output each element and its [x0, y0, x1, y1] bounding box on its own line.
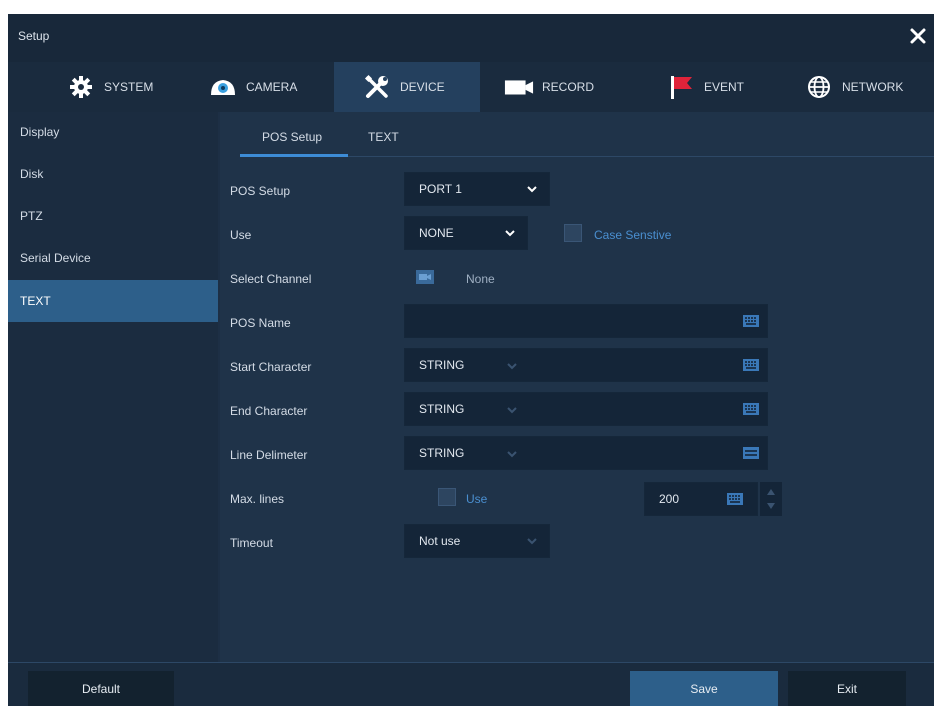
tab-network-label: NETWORK	[842, 80, 904, 94]
max-lines-label: Max. lines	[230, 492, 285, 506]
setup-window: Setup SYSTEM CAMERA DEVICE RECORD EVENT …	[8, 14, 934, 706]
tab-network[interactable]: NETWORK	[804, 62, 903, 112]
tab-system[interactable]: SYSTEM	[66, 62, 153, 112]
camera-icon	[208, 73, 238, 101]
sidebar-item-serial-device[interactable]: Serial Device	[8, 238, 218, 278]
subtab-active-indicator	[240, 154, 348, 157]
tab-device[interactable]: DEVICE	[334, 62, 480, 112]
footer-bar: Default Save Exit	[8, 662, 934, 706]
sidebar-item-disk[interactable]: Disk	[8, 154, 218, 194]
case-sensitive-checkbox[interactable]	[564, 224, 582, 242]
chevron-down-icon	[507, 451, 517, 458]
end-character-label: End Character	[230, 404, 308, 418]
spin-down-icon[interactable]	[767, 503, 775, 509]
globe-icon	[804, 73, 834, 101]
chevron-down-icon	[507, 407, 517, 414]
sidebar-item-label: Display	[20, 125, 60, 139]
chevron-down-icon	[527, 538, 537, 545]
exit-button[interactable]: Exit	[788, 671, 906, 706]
max-lines-input[interactable]: 200	[644, 482, 758, 516]
keyboard-icon[interactable]	[743, 359, 759, 371]
sidebar-item-ptz[interactable]: PTZ	[8, 196, 218, 236]
pos-setup-label: POS Setup	[230, 184, 291, 198]
timeout-label: Timeout	[230, 536, 273, 550]
keyboard-icon[interactable]	[743, 447, 759, 459]
tab-event-label: EVENT	[704, 80, 745, 94]
video-camera-icon	[504, 73, 534, 101]
tab-record-label: RECORD	[542, 80, 595, 94]
use-value: NONE	[419, 226, 454, 240]
use-label: Use	[230, 228, 252, 242]
chevron-down-icon	[527, 186, 537, 193]
sidebar-item-display[interactable]: Display	[8, 112, 218, 152]
end-character-value: STRING	[419, 402, 465, 416]
sidebar-item-label: Disk	[20, 167, 44, 181]
case-sensitive-label: Case Senstive	[594, 228, 672, 242]
line-delimeter-label: Line Delimeter	[230, 448, 308, 462]
sidebar-item-text[interactable]: TEXT	[8, 280, 218, 322]
keyboard-icon[interactable]	[727, 493, 743, 505]
start-character-select[interactable]: STRING	[404, 348, 768, 382]
start-character-value: STRING	[419, 358, 465, 372]
subtab-text[interactable]: TEXT	[368, 130, 399, 144]
keyboard-icon[interactable]	[743, 403, 759, 415]
gear-icon	[66, 73, 96, 101]
tab-camera[interactable]: CAMERA	[208, 62, 297, 112]
start-character-label: Start Character	[230, 360, 312, 374]
tab-device-label: DEVICE	[400, 80, 445, 94]
close-icon[interactable]	[906, 24, 930, 48]
max-lines-use-checkbox[interactable]	[438, 488, 456, 506]
window-title: Setup	[18, 29, 50, 43]
flag-icon	[666, 73, 696, 101]
max-lines-use-label: Use	[466, 492, 488, 506]
pos-name-input[interactable]	[404, 304, 768, 338]
use-select[interactable]: NONE	[404, 216, 528, 250]
max-lines-value: 200	[659, 492, 680, 506]
sidebar-item-label: PTZ	[20, 209, 43, 223]
select-channel-label: Select Channel	[230, 272, 312, 286]
line-delimeter-value: STRING	[419, 446, 465, 460]
sidebar: Display Disk PTZ Serial Device TEXT	[8, 112, 218, 662]
tab-record[interactable]: RECORD	[504, 62, 594, 112]
keyboard-icon[interactable]	[743, 315, 759, 327]
pos-setup-value: PORT 1	[419, 182, 462, 196]
tools-icon	[362, 73, 392, 101]
sidebar-item-label: TEXT	[20, 294, 51, 308]
camera-channel-icon[interactable]	[416, 270, 434, 284]
tab-system-label: SYSTEM	[104, 80, 154, 94]
pos-name-label: POS Name	[230, 316, 291, 330]
spin-up-icon[interactable]	[767, 489, 775, 495]
subtab-pos-setup[interactable]: POS Setup	[262, 130, 322, 144]
save-button[interactable]: Save	[630, 671, 778, 706]
select-channel-value: None	[466, 272, 495, 286]
tab-camera-label: CAMERA	[246, 80, 298, 94]
max-lines-spinner[interactable]	[760, 482, 782, 516]
chevron-down-icon	[505, 230, 515, 237]
line-delimeter-select[interactable]: STRING	[404, 436, 768, 470]
chevron-down-icon	[507, 363, 517, 370]
timeout-select[interactable]: Not use	[404, 524, 550, 558]
timeout-value: Not use	[419, 534, 461, 548]
main-panel: POS Setup TEXT POS Setup PORT 1 Use NONE…	[220, 112, 934, 662]
tab-event[interactable]: EVENT	[666, 62, 744, 112]
sidebar-item-label: Serial Device	[20, 251, 91, 265]
title-bar: Setup	[8, 14, 934, 62]
pos-setup-select[interactable]: PORT 1	[404, 172, 550, 206]
main-tab-bar: SYSTEM CAMERA DEVICE RECORD EVENT NETWOR…	[8, 62, 934, 112]
default-button[interactable]: Default	[28, 671, 174, 706]
end-character-select[interactable]: STRING	[404, 392, 768, 426]
